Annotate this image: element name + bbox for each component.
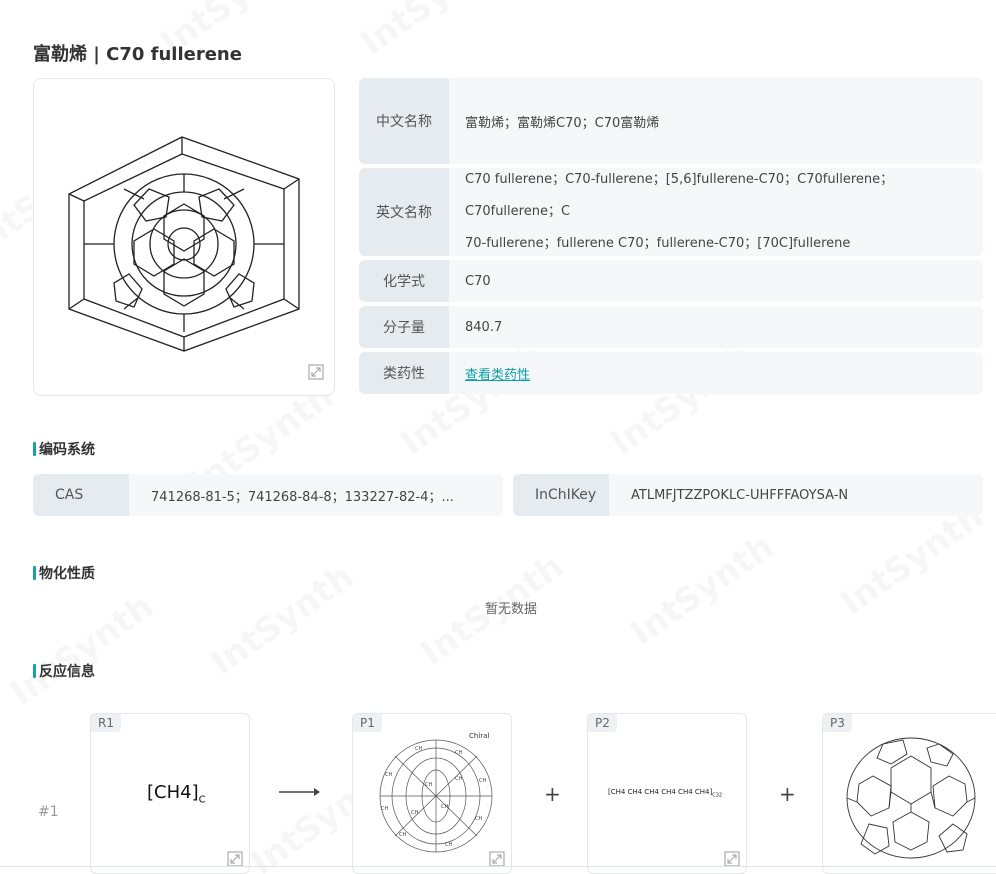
svg-text:CH: CH — [385, 772, 392, 778]
info-value: 840.7 — [449, 306, 983, 348]
info-row-chinese-name: 中文名称 富勒烯；富勒烯C70；C70富勒烯 — [359, 78, 983, 164]
svg-text:CH: CH — [445, 842, 452, 848]
inchikey-label: InChIKey — [513, 474, 609, 516]
svg-text:CH: CH — [399, 832, 406, 838]
p1-structure-image: CH CH CH CH CH CH CH CH CH CH CH CH — [379, 739, 493, 853]
svg-text:CH: CH — [411, 810, 418, 816]
product-card-p3[interactable]: P3 — [822, 713, 996, 874]
watermark: IntSynth — [353, 0, 511, 64]
info-label: 化学式 — [359, 260, 449, 302]
product-card-p2[interactable]: P2 [CH4 CH4 CH4 CH4 CH4 CH4]C32 — [587, 713, 747, 874]
inchikey-value[interactable]: ATLMFJTZZPOKLC-UHFFFAOYSA-N — [609, 474, 983, 516]
product-badge: P2 — [588, 714, 617, 732]
section-physchem: 物化性质 — [33, 563, 95, 583]
section-title: 物化性质 — [39, 566, 95, 582]
product-badge: P1 — [353, 714, 382, 732]
english-names-line-1: C70 fullerene；C70-fullerene；[5,6]fullere… — [465, 172, 894, 219]
product-badge: P3 — [823, 714, 852, 732]
info-label: 分子量 — [359, 306, 449, 348]
view-druglikeness-link[interactable]: 查看类药性 — [465, 364, 530, 383]
info-row-molecular-weight: 分子量 840.7 — [359, 306, 983, 348]
section-accent-bar — [33, 664, 36, 678]
plus-sign: + — [544, 782, 561, 806]
reactant-badge: R1 — [91, 714, 121, 732]
info-row-druglikeness: 类药性 查看类药性 — [359, 352, 983, 394]
structure-image-card[interactable] — [33, 78, 335, 396]
svg-text:CH: CH — [479, 778, 486, 784]
reactant-formula: [CH4]C — [147, 782, 206, 806]
section-accent-bar — [33, 442, 36, 456]
svg-text:CH: CH — [425, 782, 432, 788]
bottom-divider — [0, 866, 996, 867]
english-names-line-2: 70-fullerene；fullerene C70；fullerene-C70… — [465, 236, 851, 251]
cas-label: CAS — [33, 474, 129, 516]
watermark: IntSynth — [203, 556, 361, 683]
info-value: 富勒烯；富勒烯C70；C70富勒烯 — [449, 78, 983, 164]
svg-text:CH: CH — [441, 804, 448, 810]
info-row-formula: 化学式 C70 — [359, 260, 983, 302]
plus-sign: + — [779, 782, 796, 806]
reactant-card-r1[interactable]: R1 [CH4]C — [90, 713, 250, 874]
cas-value[interactable]: 741268-81-5；741268-84-8；133227-82-4；... — [129, 474, 503, 516]
section-coding-system: 编码系统 — [33, 439, 95, 459]
svg-text:CH: CH — [381, 806, 388, 812]
info-value: 查看类药性 — [449, 352, 983, 394]
svg-text:CH: CH — [455, 776, 462, 782]
reaction-index: #1 — [38, 804, 59, 820]
product-card-p1[interactable]: P1 Chiral CH CH CH CH CH CH CH CH CH CH CH CH — [352, 713, 512, 874]
no-data-text: 暂无数据 — [484, 602, 537, 617]
info-label: 中文名称 — [359, 78, 449, 164]
page-title: 富勒烯 | C70 fullerene — [33, 44, 242, 65]
section-reaction: 反应信息 — [33, 661, 95, 681]
section-accent-bar — [33, 566, 36, 580]
expand-icon[interactable] — [227, 851, 243, 867]
inchikey-field: InChIKey ATLMFJTZZPOKLC-UHFFFAOYSA-N — [513, 474, 983, 516]
info-value: C70 fullerene；C70-fullerene；[5,6]fullere… — [449, 168, 983, 256]
expand-icon[interactable] — [724, 851, 740, 867]
expand-icon[interactable] — [489, 851, 505, 867]
section-title: 反应信息 — [39, 664, 95, 680]
section-title: 编码系统 — [39, 442, 95, 458]
info-value: C70 — [449, 260, 983, 302]
info-row-english-name: 英文名称 C70 fullerene；C70-fullerene；[5,6]fu… — [359, 168, 983, 256]
expand-icon[interactable] — [308, 364, 324, 380]
svg-text:CH: CH — [475, 816, 482, 822]
product-formula: [CH4 CH4 CH4 CH4 CH4 CH4]C32 — [608, 788, 723, 799]
watermark: IntSynth — [623, 526, 781, 653]
info-label: 英文名称 — [359, 168, 449, 256]
info-label: 类药性 — [359, 352, 449, 394]
svg-text:CH: CH — [415, 746, 422, 752]
basic-info-table: 中文名称 富勒烯；富勒烯C70；C70富勒烯 英文名称 C70 fulleren… — [359, 78, 983, 398]
reaction-arrow-icon — [279, 788, 320, 796]
cas-field: CAS 741268-81-5；741268-84-8；133227-82-4；… — [33, 474, 503, 516]
p3-structure-image — [846, 737, 976, 859]
c70-structure-image — [68, 136, 300, 352]
svg-text:CH: CH — [455, 750, 462, 756]
